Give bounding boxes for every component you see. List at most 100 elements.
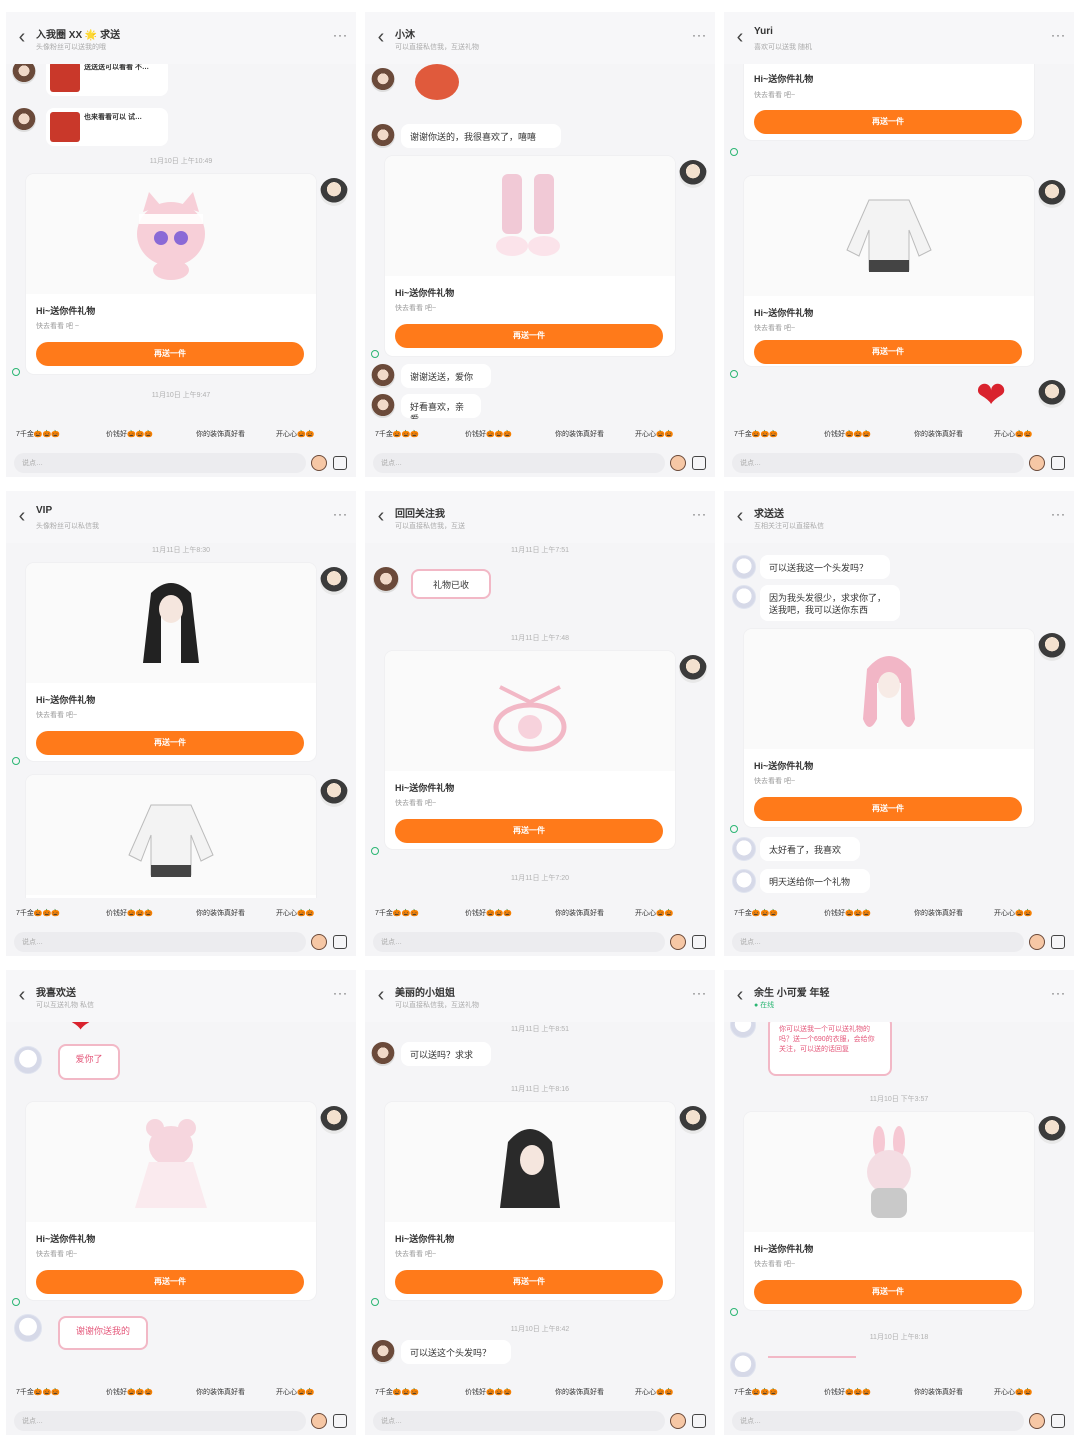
order-card[interactable]: Hi~送你件礼物 快去看看 吧~ 再送一件 (744, 1112, 1034, 1310)
order-card[interactable]: Hi~送你件礼物 快去看看 吧 ~ 再送一件 (26, 174, 316, 374)
quick-reply[interactable]: 价钱好🎃🎃🎃 (106, 906, 153, 922)
quick-reply[interactable]: 开心心🎃🎃 (276, 906, 314, 922)
quick-reply[interactable]: 你的装饰真好看 (196, 1385, 245, 1401)
more-options-icon[interactable]: ··· (1051, 507, 1066, 521)
quick-reply[interactable]: 7千金🎃🎃🎃 (375, 906, 419, 922)
quick-reply[interactable]: 价钱好🎃🎃🎃 (824, 427, 871, 443)
more-options-icon[interactable]: ··· (333, 507, 348, 521)
message-input[interactable] (14, 932, 306, 952)
image-icon[interactable] (1051, 935, 1065, 949)
quick-reply[interactable]: 你的装饰真好看 (555, 1385, 604, 1401)
order-card[interactable]: Hi~送你件礼物 快去看看 吧~ 再送一件 (385, 1102, 675, 1300)
send-again-button[interactable]: 再送一件 (395, 324, 663, 348)
more-options-icon[interactable]: ··· (692, 507, 707, 521)
emoji-icon[interactable] (1029, 1413, 1045, 1429)
order-card[interactable]: Hi~送你件礼物 快去看看 吧~ 再送一件 (385, 156, 675, 356)
link-card[interactable]: 送送送可以看看 不… (46, 64, 168, 96)
emoji-icon[interactable] (1029, 934, 1045, 950)
quick-reply[interactable]: 7千金🎃🎃🎃 (16, 1385, 60, 1401)
order-card[interactable] (26, 775, 316, 898)
emoji-icon[interactable] (670, 1413, 686, 1429)
message-input[interactable] (373, 1411, 665, 1431)
quick-reply[interactable]: 你的装饰真好看 (196, 906, 245, 922)
send-again-button[interactable]: 再送一件 (754, 340, 1022, 364)
message-input[interactable] (14, 453, 306, 473)
order-card[interactable]: Hi~送你件礼物 快去看看 吧~ 再送一件 (744, 176, 1034, 366)
quick-reply[interactable]: 价钱好🎃🎃🎃 (106, 427, 153, 443)
quick-reply[interactable]: 你的装饰真好看 (555, 906, 604, 922)
quick-reply[interactable]: 价钱好🎃🎃🎃 (465, 427, 512, 443)
quick-reply[interactable]: 你的装饰真好看 (914, 1385, 963, 1401)
image-icon[interactable] (333, 935, 347, 949)
image-icon[interactable] (1051, 456, 1065, 470)
more-options-icon[interactable]: ··· (692, 28, 707, 42)
quick-reply[interactable]: 7千金🎃🎃🎃 (16, 427, 60, 443)
quick-reply[interactable]: 价钱好🎃🎃🎃 (824, 1385, 871, 1401)
quick-reply[interactable]: 开心心🎃🎃 (994, 906, 1032, 922)
back-icon[interactable]: ‹ (732, 26, 748, 49)
quick-reply[interactable]: 价钱好🎃🎃🎃 (106, 1385, 153, 1401)
quick-reply[interactable]: 你的装饰真好看 (196, 427, 245, 443)
back-icon[interactable]: ‹ (14, 984, 30, 1007)
image-icon[interactable] (692, 1414, 706, 1428)
message-input[interactable] (14, 1411, 306, 1431)
quick-reply[interactable]: 价钱好🎃🎃🎃 (824, 906, 871, 922)
order-card[interactable]: Hi~送你件礼物 快去看看 吧~ 再送一件 (26, 1102, 316, 1300)
order-card[interactable]: Hi~送你件礼物 快去看看 吧~ 再送一件 (744, 629, 1034, 827)
more-options-icon[interactable]: ··· (1051, 28, 1066, 42)
send-again-button[interactable]: 再送一件 (754, 110, 1022, 134)
emoji-icon[interactable] (311, 1413, 327, 1429)
quick-reply[interactable]: 7千金🎃🎃🎃 (734, 906, 778, 922)
back-icon[interactable]: ‹ (373, 505, 389, 528)
message-input[interactable] (373, 932, 665, 952)
message-input[interactable] (732, 932, 1024, 952)
back-icon[interactable]: ‹ (14, 26, 30, 49)
order-card[interactable]: Hi~送你件礼物 快去看看 吧~ 再送一件 (385, 651, 675, 849)
more-options-icon[interactable]: ··· (333, 28, 348, 42)
send-again-button[interactable]: 再送一件 (395, 1270, 663, 1294)
send-again-button[interactable]: 再送一件 (36, 1270, 304, 1294)
link-card[interactable]: 也来看看可以 试… (46, 108, 168, 146)
quick-reply[interactable]: 你的装饰真好看 (914, 427, 963, 443)
emoji-icon[interactable] (670, 934, 686, 950)
quick-reply[interactable]: 价钱好🎃🎃🎃 (465, 1385, 512, 1401)
send-again-button[interactable]: 再送一件 (36, 731, 304, 755)
quick-reply[interactable]: 7千金🎃🎃🎃 (375, 427, 419, 443)
back-icon[interactable]: ‹ (373, 26, 389, 49)
quick-reply[interactable]: 7千金🎃🎃🎃 (734, 1385, 778, 1401)
quick-reply[interactable]: 开心心🎃🎃 (994, 1385, 1032, 1401)
image-icon[interactable] (692, 456, 706, 470)
quick-reply[interactable]: 开心心🎃🎃 (276, 1385, 314, 1401)
more-options-icon[interactable]: ··· (692, 986, 707, 1000)
back-icon[interactable]: ‹ (373, 984, 389, 1007)
send-again-button[interactable]: 再送一件 (754, 1280, 1022, 1304)
order-card[interactable]: Hi~送你件礼物 快去看看 吧~ 再送一件 (26, 563, 316, 761)
emoji-icon[interactable] (1029, 455, 1045, 471)
emoji-icon[interactable] (670, 455, 686, 471)
image-icon[interactable] (333, 1414, 347, 1428)
send-again-button[interactable]: 再送一件 (36, 342, 304, 366)
more-options-icon[interactable]: ··· (333, 986, 348, 1000)
emoji-icon[interactable] (311, 934, 327, 950)
image-icon[interactable] (692, 935, 706, 949)
image-icon[interactable] (333, 456, 347, 470)
quick-reply[interactable]: 你的装饰真好看 (555, 427, 604, 443)
quick-reply[interactable]: 价钱好🎃🎃🎃 (465, 906, 512, 922)
back-icon[interactable]: ‹ (732, 984, 748, 1007)
quick-reply[interactable]: 7千金🎃🎃🎃 (734, 427, 778, 443)
quick-reply[interactable]: 你的装饰真好看 (914, 906, 963, 922)
emoji-icon[interactable] (311, 455, 327, 471)
back-icon[interactable]: ‹ (14, 505, 30, 528)
order-card[interactable]: Hi~送你件礼物 快去看看 吧~ 再送一件 (744, 64, 1034, 140)
quick-reply[interactable]: 开心心🎃🎃 (635, 906, 673, 922)
more-options-icon[interactable]: ··· (1051, 986, 1066, 1000)
send-again-button[interactable]: 再送一件 (395, 819, 663, 843)
send-again-button[interactable]: 再送一件 (754, 797, 1022, 821)
quick-reply[interactable]: 开心心🎃🎃 (994, 427, 1032, 443)
quick-reply[interactable]: 开心心🎃🎃 (635, 427, 673, 443)
quick-reply[interactable]: 7千金🎃🎃🎃 (16, 906, 60, 922)
message-input[interactable] (732, 1411, 1024, 1431)
message-input[interactable] (732, 453, 1024, 473)
image-icon[interactable] (1051, 1414, 1065, 1428)
back-icon[interactable]: ‹ (732, 505, 748, 528)
